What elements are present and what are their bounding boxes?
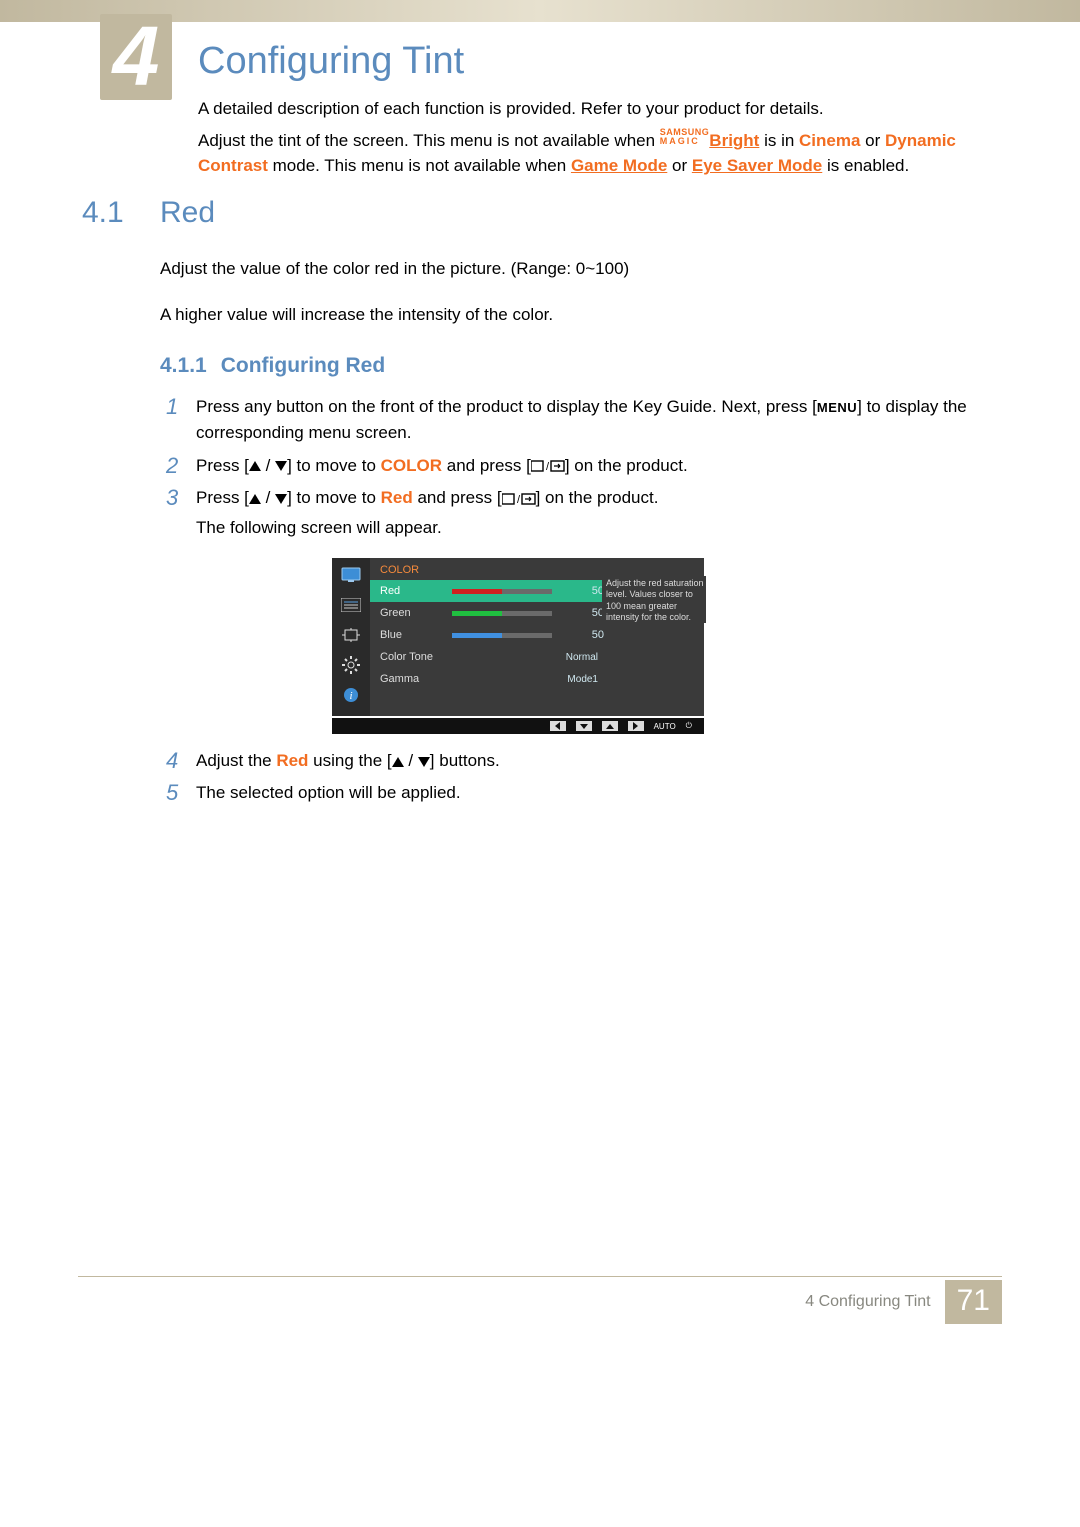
source-enter-icon: / xyxy=(502,492,536,506)
intro-text: A detailed description of each function … xyxy=(198,96,980,179)
intro-line1: A detailed description of each function … xyxy=(198,96,980,122)
subsection-number: 4.1.1 xyxy=(160,354,207,377)
subsection-title: Configuring Red xyxy=(221,354,385,377)
subsection-heading: 4.1.1 Configuring Red xyxy=(160,354,385,378)
cinema-mode: Cinema xyxy=(799,131,860,150)
down-arrow-icon xyxy=(418,757,430,767)
footer-label: 4 Configuring Tint xyxy=(805,1293,930,1311)
osd-row-gamma: Gamma Mode1 xyxy=(370,668,704,690)
down-key-icon xyxy=(576,721,592,731)
osd-help-text: Adjust the red saturation level. Values … xyxy=(602,576,706,623)
info-icon: i xyxy=(340,686,362,704)
osd-row-colortone: Color Tone Normal xyxy=(370,646,704,668)
down-arrow-icon xyxy=(275,494,287,504)
intro-line2: Adjust the tint of the screen. This menu… xyxy=(198,128,980,179)
footer: 4 Configuring Tint 71 xyxy=(805,1280,1002,1324)
up-arrow-icon xyxy=(249,461,261,471)
osd-slider-blue xyxy=(452,633,552,638)
footer-rule xyxy=(78,1276,1002,1277)
picture-icon xyxy=(340,566,362,584)
section-number: 4.1 xyxy=(82,196,124,230)
osd-slider-green xyxy=(452,611,552,616)
auto-label: AUTO xyxy=(654,722,676,731)
power-icon: ⏻ xyxy=(686,721,692,731)
left-key-icon xyxy=(550,721,566,731)
osd-bottom-bar: AUTO ⏻ xyxy=(332,718,704,734)
svg-text:i: i xyxy=(349,690,352,702)
step-2: 2 Press [ / ] to move to COLOR and press… xyxy=(166,453,980,479)
step-3: 3 Press [ / ] to move to Red and press [… xyxy=(166,485,980,542)
step-5: 5 The selected option will be applied. xyxy=(166,780,980,806)
svg-text:/: / xyxy=(546,461,550,473)
osd-row-blue: Blue 50 xyxy=(370,624,704,646)
up-arrow-icon xyxy=(392,757,404,767)
section-p2: A higher value will increase the intensi… xyxy=(160,302,980,328)
svg-text:/: / xyxy=(517,494,521,506)
osd-iconbar: i xyxy=(332,558,370,716)
chapter-number-box: 4 xyxy=(100,14,172,100)
chapter-title: Configuring Tint xyxy=(198,40,464,83)
eye-saver-link[interactable]: Eye Saver Mode xyxy=(692,156,822,175)
source-enter-icon: / xyxy=(531,459,565,473)
section-p1: Adjust the value of the color red in the… xyxy=(160,256,980,282)
section-title: Red xyxy=(160,196,215,230)
game-mode-link[interactable]: Game Mode xyxy=(571,156,667,175)
red-option: Red xyxy=(276,751,308,770)
step-1: 1 Press any button on the front of the p… xyxy=(166,394,980,447)
step-4: 4 Adjust the Red using the [ / ] buttons… xyxy=(166,748,980,774)
red-option: Red xyxy=(381,488,413,507)
page-number: 71 xyxy=(945,1280,1002,1324)
color-menu: COLOR xyxy=(381,456,442,475)
steps-list: 1 Press any button on the front of the p… xyxy=(166,394,980,548)
right-key-icon xyxy=(628,721,644,731)
osd-slider-red xyxy=(452,589,552,594)
up-key-icon xyxy=(602,721,618,731)
menu-button-label: MENU xyxy=(817,400,857,415)
bright-link[interactable]: Bright xyxy=(709,131,759,150)
down-arrow-icon xyxy=(275,461,287,471)
steps-list-cont: 4 Adjust the Red using the [ / ] buttons… xyxy=(166,748,980,813)
resize-icon xyxy=(340,626,362,644)
samsung-magic-logo: SAMSUNGMAGIC xyxy=(660,128,710,144)
chapter-number: 4 xyxy=(113,14,160,98)
up-arrow-icon xyxy=(249,494,261,504)
list-icon xyxy=(340,596,362,614)
gear-icon xyxy=(340,656,362,674)
